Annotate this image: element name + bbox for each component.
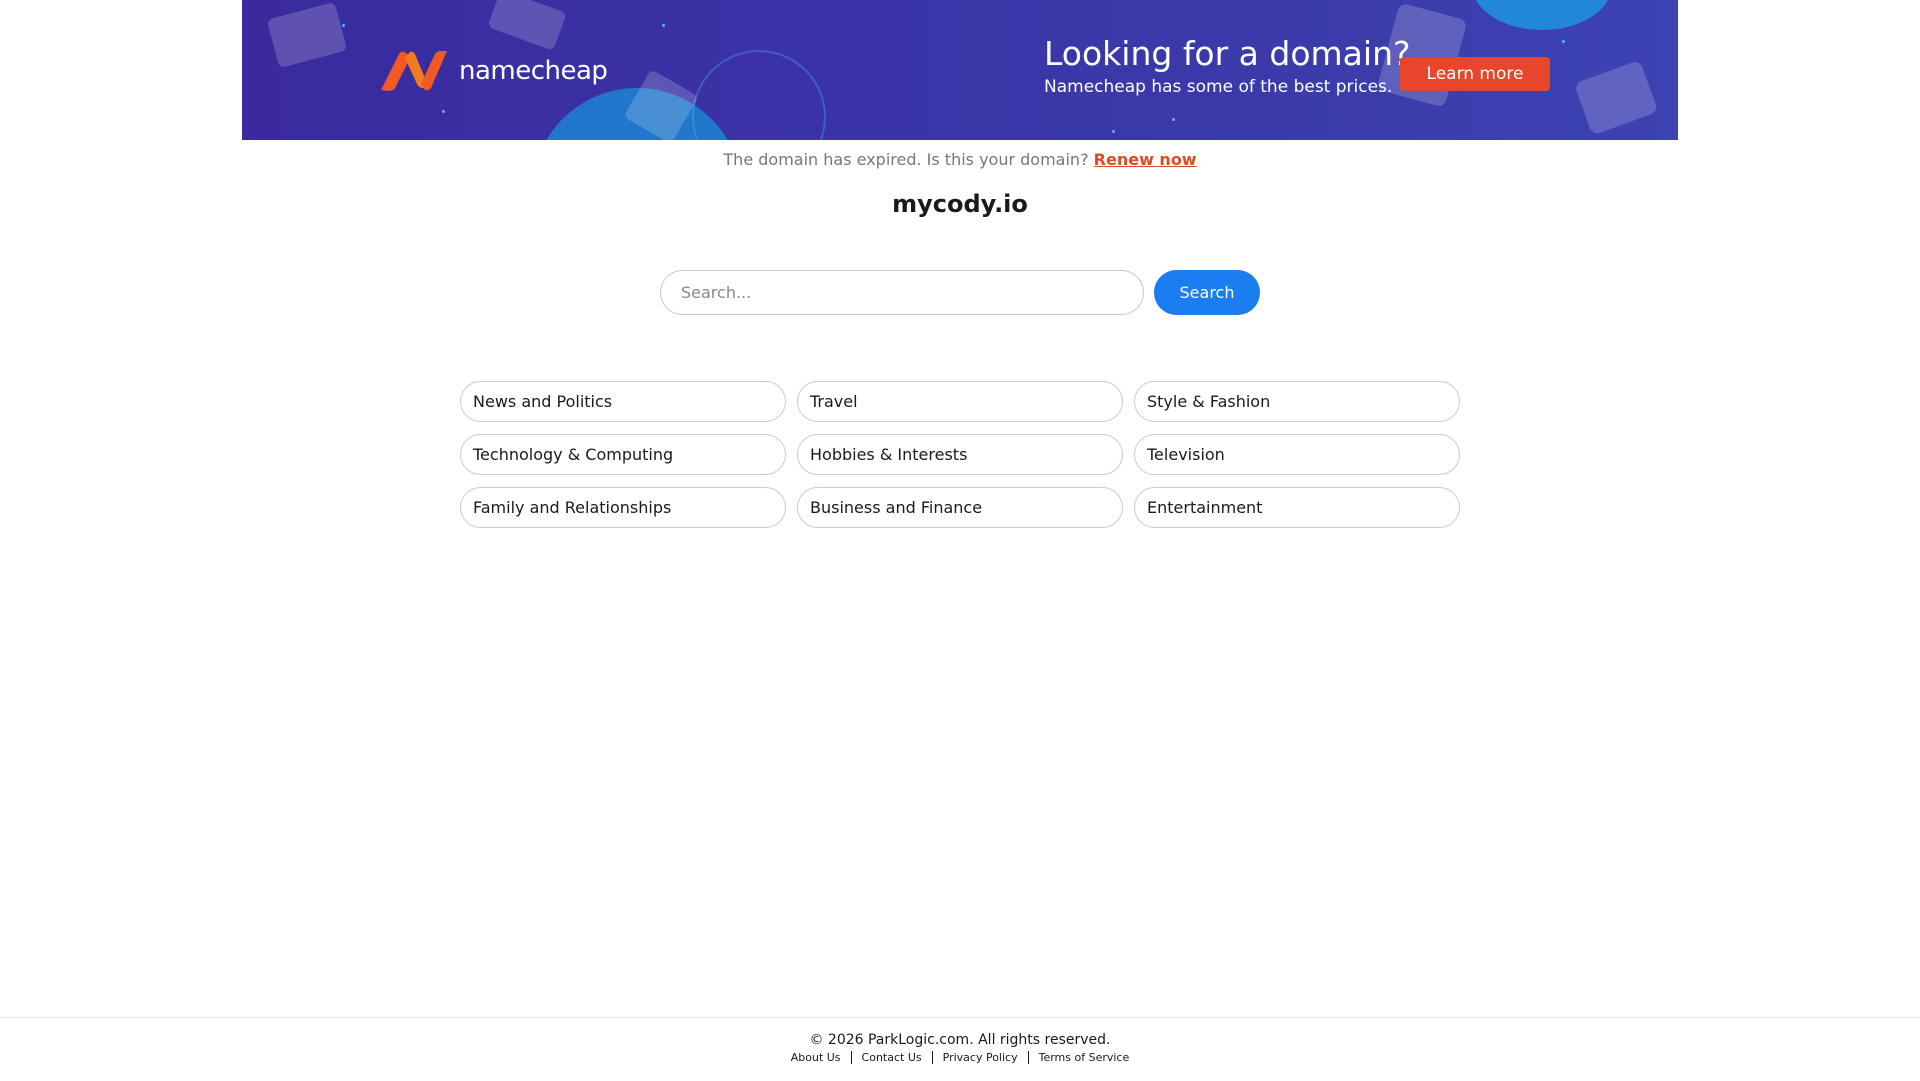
footer-divider xyxy=(931,1051,933,1064)
category-link[interactable]: Family and Relationships xyxy=(460,487,786,528)
category-link[interactable]: Television xyxy=(1134,434,1460,475)
namecheap-banner[interactable]: namecheap Looking for a domain? Namechea… xyxy=(242,0,1678,140)
footer: © 2026 ParkLogic.com. All rights reserve… xyxy=(0,1017,1920,1081)
banner-decoration xyxy=(662,24,665,27)
category-link[interactable]: Hobbies & Interests xyxy=(797,434,1123,475)
category-link[interactable]: Technology & Computing xyxy=(460,434,786,475)
privacy-policy-link[interactable]: Privacy Policy xyxy=(943,1051,1018,1064)
category-link[interactable]: Entertainment xyxy=(1134,487,1460,528)
banner-decoration xyxy=(1562,40,1565,43)
banner-decoration xyxy=(268,3,346,67)
namecheap-logo: namecheap xyxy=(377,50,608,92)
contact-us-link[interactable]: Contact Us xyxy=(862,1051,922,1064)
category-link[interactable]: Business and Finance xyxy=(797,487,1123,528)
copyright-text: © 2026 ParkLogic.com. All rights reserve… xyxy=(809,1032,1111,1048)
banner-title: Looking for a domain? xyxy=(1044,34,1411,73)
learn-more-button[interactable]: Learn more xyxy=(1400,57,1550,91)
terms-of-service-link[interactable]: Terms of Service xyxy=(1039,1051,1130,1064)
search-button[interactable]: Search xyxy=(1154,270,1260,315)
banner-decoration xyxy=(1112,130,1115,133)
category-link[interactable]: Style & Fashion xyxy=(1134,381,1460,422)
expired-notice-text: The domain has expired. Is this your dom… xyxy=(723,150,1089,169)
banner-decoration xyxy=(442,110,445,113)
about-us-link[interactable]: About Us xyxy=(791,1051,841,1064)
namecheap-logo-icon xyxy=(381,51,447,91)
expired-notice: The domain has expired. Is this your dom… xyxy=(0,150,1920,169)
search-input[interactable] xyxy=(660,270,1144,315)
banner-decoration xyxy=(1576,62,1657,134)
footer-links: About Us Contact Us Privacy Policy Terms… xyxy=(0,1051,1920,1064)
category-link[interactable]: Travel xyxy=(797,381,1123,422)
renew-now-link[interactable]: Renew now xyxy=(1094,150,1197,169)
category-link[interactable]: News and Politics xyxy=(460,381,786,422)
footer-divider xyxy=(850,1051,852,1064)
banner-subtitle: Namecheap has some of the best prices. xyxy=(1044,77,1393,97)
domain-title: mycody.io xyxy=(892,190,1028,218)
banner-decoration xyxy=(1472,0,1612,30)
logo-wordmark: namecheap xyxy=(459,56,608,86)
category-grid: News and Politics Travel Style & Fashion… xyxy=(460,381,1460,528)
banner-decoration xyxy=(625,71,697,140)
banner-decoration xyxy=(1172,118,1175,121)
banner-decoration xyxy=(342,24,345,27)
footer-divider xyxy=(1027,1051,1029,1064)
